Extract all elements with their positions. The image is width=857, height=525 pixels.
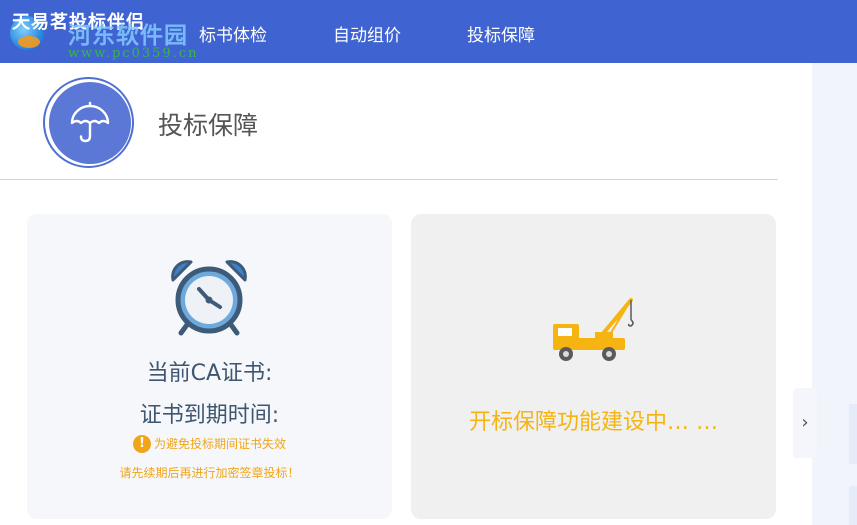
under-construction-text: 开标保障功能建设中… …	[469, 410, 718, 435]
certificate-warning: ! 为避免投标期间证书失效	[27, 433, 392, 453]
header-divider	[0, 179, 778, 180]
app-logo[interactable]: 天易茗投标伴侣 河东软件园 www.pc0359.cn	[6, 2, 206, 62]
right-panel-tab[interactable]	[849, 404, 857, 464]
page-title: 投标保障	[158, 111, 259, 140]
certificate-card: 当前CA证书: 证书到期时间: ! 为避免投标期间证书失效 请先续期后再进行加密签…	[27, 214, 392, 519]
crane-truck-icon	[551, 294, 637, 370]
expand-panel-button[interactable]: ›	[793, 388, 817, 458]
bid-opening-card: 开标保障功能建设中… …	[411, 214, 776, 519]
nav-tab-bid-check[interactable]: 标书体检	[199, 0, 267, 63]
alarm-clock-icon	[167, 256, 251, 342]
watermark-site-name: 河东软件园	[68, 22, 188, 49]
chevron-right-icon: ›	[801, 412, 809, 433]
certificate-expiry-label: 证书到期时间:	[139, 403, 280, 428]
nav-tab-auto-pricing[interactable]: 自动组价	[333, 0, 401, 63]
ca-certificate-label: 当前CA证书:	[146, 361, 273, 386]
warning-text-line2: 请先续期后再进行加密签章投标！	[119, 466, 300, 480]
umbrella-icon	[49, 82, 131, 164]
right-panel-tab[interactable]	[849, 486, 857, 525]
watermark-url: www.pc0359.cn	[68, 46, 199, 61]
warning-text-line1: 为避免投标期间证书失效	[153, 437, 286, 451]
nav-tab-bid-guarantee[interactable]: 投标保障	[467, 0, 535, 63]
exclamation-icon: !	[132, 434, 151, 453]
